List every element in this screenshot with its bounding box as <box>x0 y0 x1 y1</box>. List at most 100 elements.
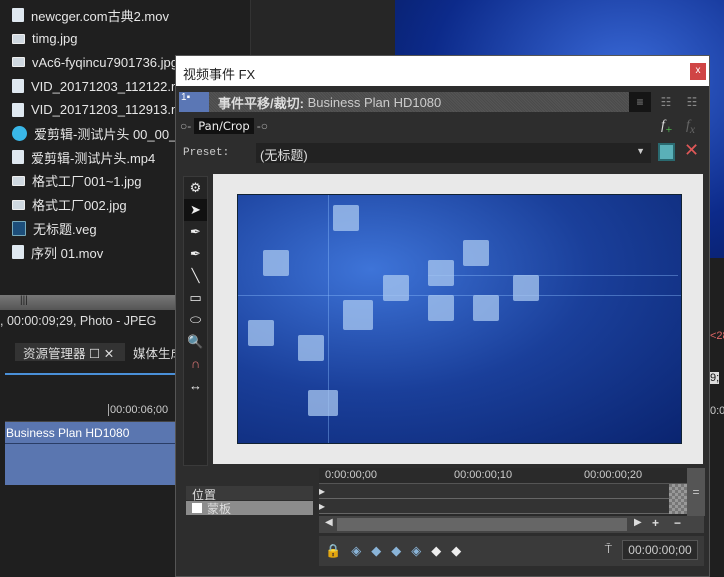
mask-checkbox[interactable] <box>192 503 202 513</box>
plugin-chain: ○- Pan/Crop -○ <box>180 118 268 134</box>
chain-number: 1 <box>181 92 187 103</box>
video-file-icon <box>12 8 24 22</box>
chain-thumbnail[interactable]: 1▪ <box>179 92 209 112</box>
ruler-tick: 00:00:00;20 <box>584 469 643 481</box>
fx-chain-header: 1▪ 事件平移/裁切: Business Plan HD1080 <box>179 92 629 112</box>
file-item[interactable]: vAc6-fyqincu7901736.jpg <box>12 51 178 73</box>
tab-label: 资源管理器 <box>23 347 86 361</box>
add-fx-icon[interactable]: f+ <box>661 118 673 136</box>
timeline-clip[interactable]: Business Plan HD1080 <box>5 422 175 485</box>
magnet-icon[interactable]: ∩ <box>184 353 207 375</box>
image-file-icon <box>12 175 25 186</box>
lock-icon[interactable]: 🔒 <box>325 543 341 559</box>
line-icon[interactable]: ╲ <box>184 265 207 287</box>
file-item[interactable]: 序列 01.mov <box>12 241 103 263</box>
file-name: 格式工厂002.jpg <box>32 198 127 214</box>
ellipse-icon[interactable]: ⬭ <box>184 309 207 331</box>
file-name: 爱剪辑-测试片头.mp4 <box>31 150 156 166</box>
preset-label: Preset: <box>183 147 230 159</box>
prev-keyframe-icon[interactable]: ◆ <box>371 543 381 559</box>
keyframe-timeline[interactable]: 0:00:00;00 00:00:00;10 00:00:00;20 ▸ ▸ <box>319 468 687 520</box>
dialog-titlebar[interactable]: 视频事件 FX x <box>176 56 709 86</box>
keyframe-row[interactable]: ▸ <box>319 484 669 499</box>
file-item[interactable]: 格式工厂001~1.jpg <box>12 170 141 192</box>
veg-file-icon <box>12 220 26 236</box>
last-keyframe-icon[interactable]: ◈ <box>411 543 421 559</box>
panel-splitter[interactable]: ||| <box>0 295 175 310</box>
file-name: 格式工厂001~1.jpg <box>32 174 142 190</box>
delete-pen-icon[interactable]: ✒ <box>184 243 207 265</box>
timeline-scrollbar[interactable]: ◀ ▶ + − <box>319 516 704 533</box>
preview-canvas[interactable] <box>213 174 703 464</box>
track-list: 位置 蒙板 <box>186 486 313 516</box>
file-item[interactable]: newcger.com古典2.mov <box>12 4 169 26</box>
preset-dropdown[interactable]: (无标题) ▼ <box>256 143 651 163</box>
keyframe-row[interactable]: ▸ <box>319 499 669 514</box>
timeline-ruler[interactable]: 00:00:06;00 <box>5 400 175 422</box>
zoom-icon[interactable]: 🔍 <box>184 331 207 353</box>
video-file-icon <box>12 150 24 165</box>
save-preset-icon[interactable] <box>658 143 675 161</box>
video-file-icon <box>12 79 24 94</box>
header-label: 事件平移/裁切: <box>218 95 304 111</box>
scroll-right-icon[interactable]: ▶ <box>634 517 642 528</box>
image-file-icon <box>12 199 25 210</box>
keyframe-ruler[interactable]: 0:00:00;00 00:00:00;10 00:00:00;20 <box>319 468 687 484</box>
time-display[interactable]: 00:00:00;00 <box>622 540 698 560</box>
wide-grid-view-icon[interactable]: ☷ <box>681 92 703 112</box>
rectangle-icon[interactable]: ▭ <box>184 287 207 309</box>
close-button[interactable]: x <box>690 63 706 80</box>
track-mask[interactable]: 蒙板 <box>186 501 313 516</box>
chevron-down-icon: ▼ <box>636 146 645 156</box>
file-item[interactable]: 无标题.veg <box>12 217 97 239</box>
file-item[interactable]: timg.jpg <box>12 28 78 50</box>
grid-view-icon[interactable]: ☷ <box>655 92 677 112</box>
list-view-icon[interactable]: ≡ <box>629 92 651 112</box>
file-name: vAc6-fyqincu7901736.jpg <box>32 54 178 70</box>
marker-icon[interactable]: ⍑ <box>605 542 612 557</box>
file-item[interactable]: 格式工厂002.jpg <box>12 194 127 216</box>
file-item[interactable]: VID_20171203_112122.mov <box>12 75 196 97</box>
zoom-out-icon[interactable]: − <box>674 516 681 530</box>
pointer-icon[interactable]: ➤ <box>184 199 207 221</box>
scroll-thumb[interactable] <box>337 518 627 531</box>
right-text: 9; <box>710 372 720 384</box>
first-keyframe-icon[interactable]: ◈ <box>351 543 361 559</box>
file-item[interactable]: VID_20171203_112913.mov <box>12 99 196 121</box>
video-file-icon <box>12 102 24 117</box>
add-keyframe-icon[interactable]: ◆ <box>431 543 441 559</box>
close-icon[interactable]: ✕ <box>104 347 114 361</box>
status-text: , 00:00:09;29, Photo - JPEG <box>0 314 157 328</box>
file-name: VID_20171203_112913.mov <box>31 102 196 118</box>
track-label: 蒙板 <box>207 501 232 516</box>
delete-keyframe-icon[interactable]: ◆ <box>451 543 461 559</box>
plugin-pan-crop[interactable]: Pan/Crop <box>194 118 254 134</box>
zoom-in-icon[interactable]: + <box>652 516 659 530</box>
right-text: <28 <box>710 330 724 342</box>
ruler-tick: 00:00:00;10 <box>454 469 513 481</box>
file-name: VID_20171203_112122.mov <box>31 78 196 94</box>
file-name: newcger.com古典2.mov <box>31 8 169 24</box>
tab-explorer[interactable]: 资源管理器 ☐ ✕ <box>15 343 125 361</box>
file-name: 序列 01.mov <box>31 245 104 261</box>
track-expand-handle[interactable]: = <box>687 468 705 516</box>
dialog-title: 视频事件 FX <box>183 67 256 82</box>
maximize-icon[interactable]: ☐ <box>89 347 100 361</box>
next-keyframe-icon[interactable]: ◆ <box>391 543 401 559</box>
image-file-icon <box>12 57 25 68</box>
timeline-cursor-line <box>5 373 175 375</box>
delete-preset-icon[interactable]: ✕ <box>684 140 699 161</box>
file-item[interactable]: 爱剪辑-测试片头 00_00_05 <box>12 123 191 145</box>
ruler-tick: 0:00:00;00 <box>325 469 377 481</box>
video-file-icon <box>12 245 24 259</box>
file-item[interactable]: 爱剪辑-测试片头.mp4 <box>12 146 155 168</box>
remove-fx-icon[interactable]: fx <box>686 118 695 136</box>
gear-icon[interactable]: ⚙ <box>184 177 207 199</box>
video-event-fx-dialog: 视频事件 FX x 1▪ 事件平移/裁切: Business Plan HD10… <box>175 55 710 577</box>
clip-name: Business Plan HD1080 <box>5 422 175 444</box>
arrows-icon[interactable]: ↔ <box>184 375 207 397</box>
header-event: Business Plan HD1080 <box>307 94 442 110</box>
pen-icon[interactable]: ✒ <box>184 221 207 243</box>
scroll-left-icon[interactable]: ◀ <box>325 517 333 528</box>
track-position[interactable]: 位置 <box>186 486 313 502</box>
